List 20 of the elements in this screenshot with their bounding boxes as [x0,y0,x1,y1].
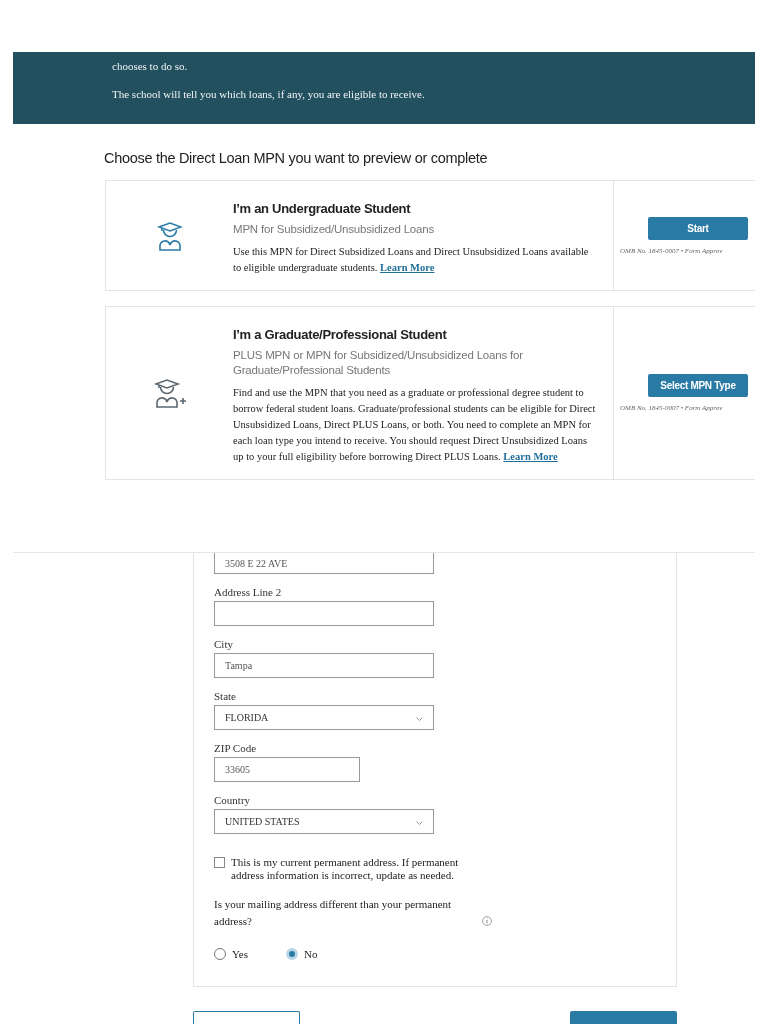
field-label: ZIP Code [214,742,258,754]
field-label: Country [214,794,252,806]
option-description: Use this MPN for Direct Subsidized Loans and Direct Unsubsidized Loans available to eligible undergraduate students. Learn More [233,245,590,275]
field-label: Address Line 2 [214,586,283,598]
learn-more-link[interactable]: Learn More [503,451,558,462]
option-subtitle: MPN for Subsidized/Unsubsidized Loans [233,222,435,237]
learn-more-link[interactable]: Learn More [380,262,435,273]
option-subtitle: PLUS MPN or MPN for Subsidized/Unsubsidized Loans for Graduate/Professional Students [233,348,524,378]
question-text: Is your mailing address different than your permanent address? [214,897,453,929]
section-heading: Choose the Direct Loan MPN you want to preview or complete [104,150,489,166]
banner-text: chooses to do so. [112,59,189,74]
radio-label: No [304,948,318,960]
checkbox-label: This is my current permanent address. If permanent address information is incorrect, update as needed. [231,856,460,882]
banner-text: The school will tell you which loans, if any, you are eligible to receive. [112,87,426,102]
field-label: State [214,690,237,702]
option-title: I’m a Graduate/Professional Student [233,327,448,342]
option-description: Find and use the MPN that you need as a graduate or professional degree student to borrow federal student loans. Graduate/professional students can be eligible for Direct Unsubsidized Loans, Direct PLUS Loans, or both. You need to complete an MPN for each loan type you intend to receive. You should request Direct Unsubsidized Loans up to your full eligibility before borrowing Direct PLUS Loans. Learn More [233,386,597,464]
option-title: I’m an Undergraduate Student [233,201,412,216]
field-label: City [214,638,234,650]
radio-label: Yes [232,948,248,960]
